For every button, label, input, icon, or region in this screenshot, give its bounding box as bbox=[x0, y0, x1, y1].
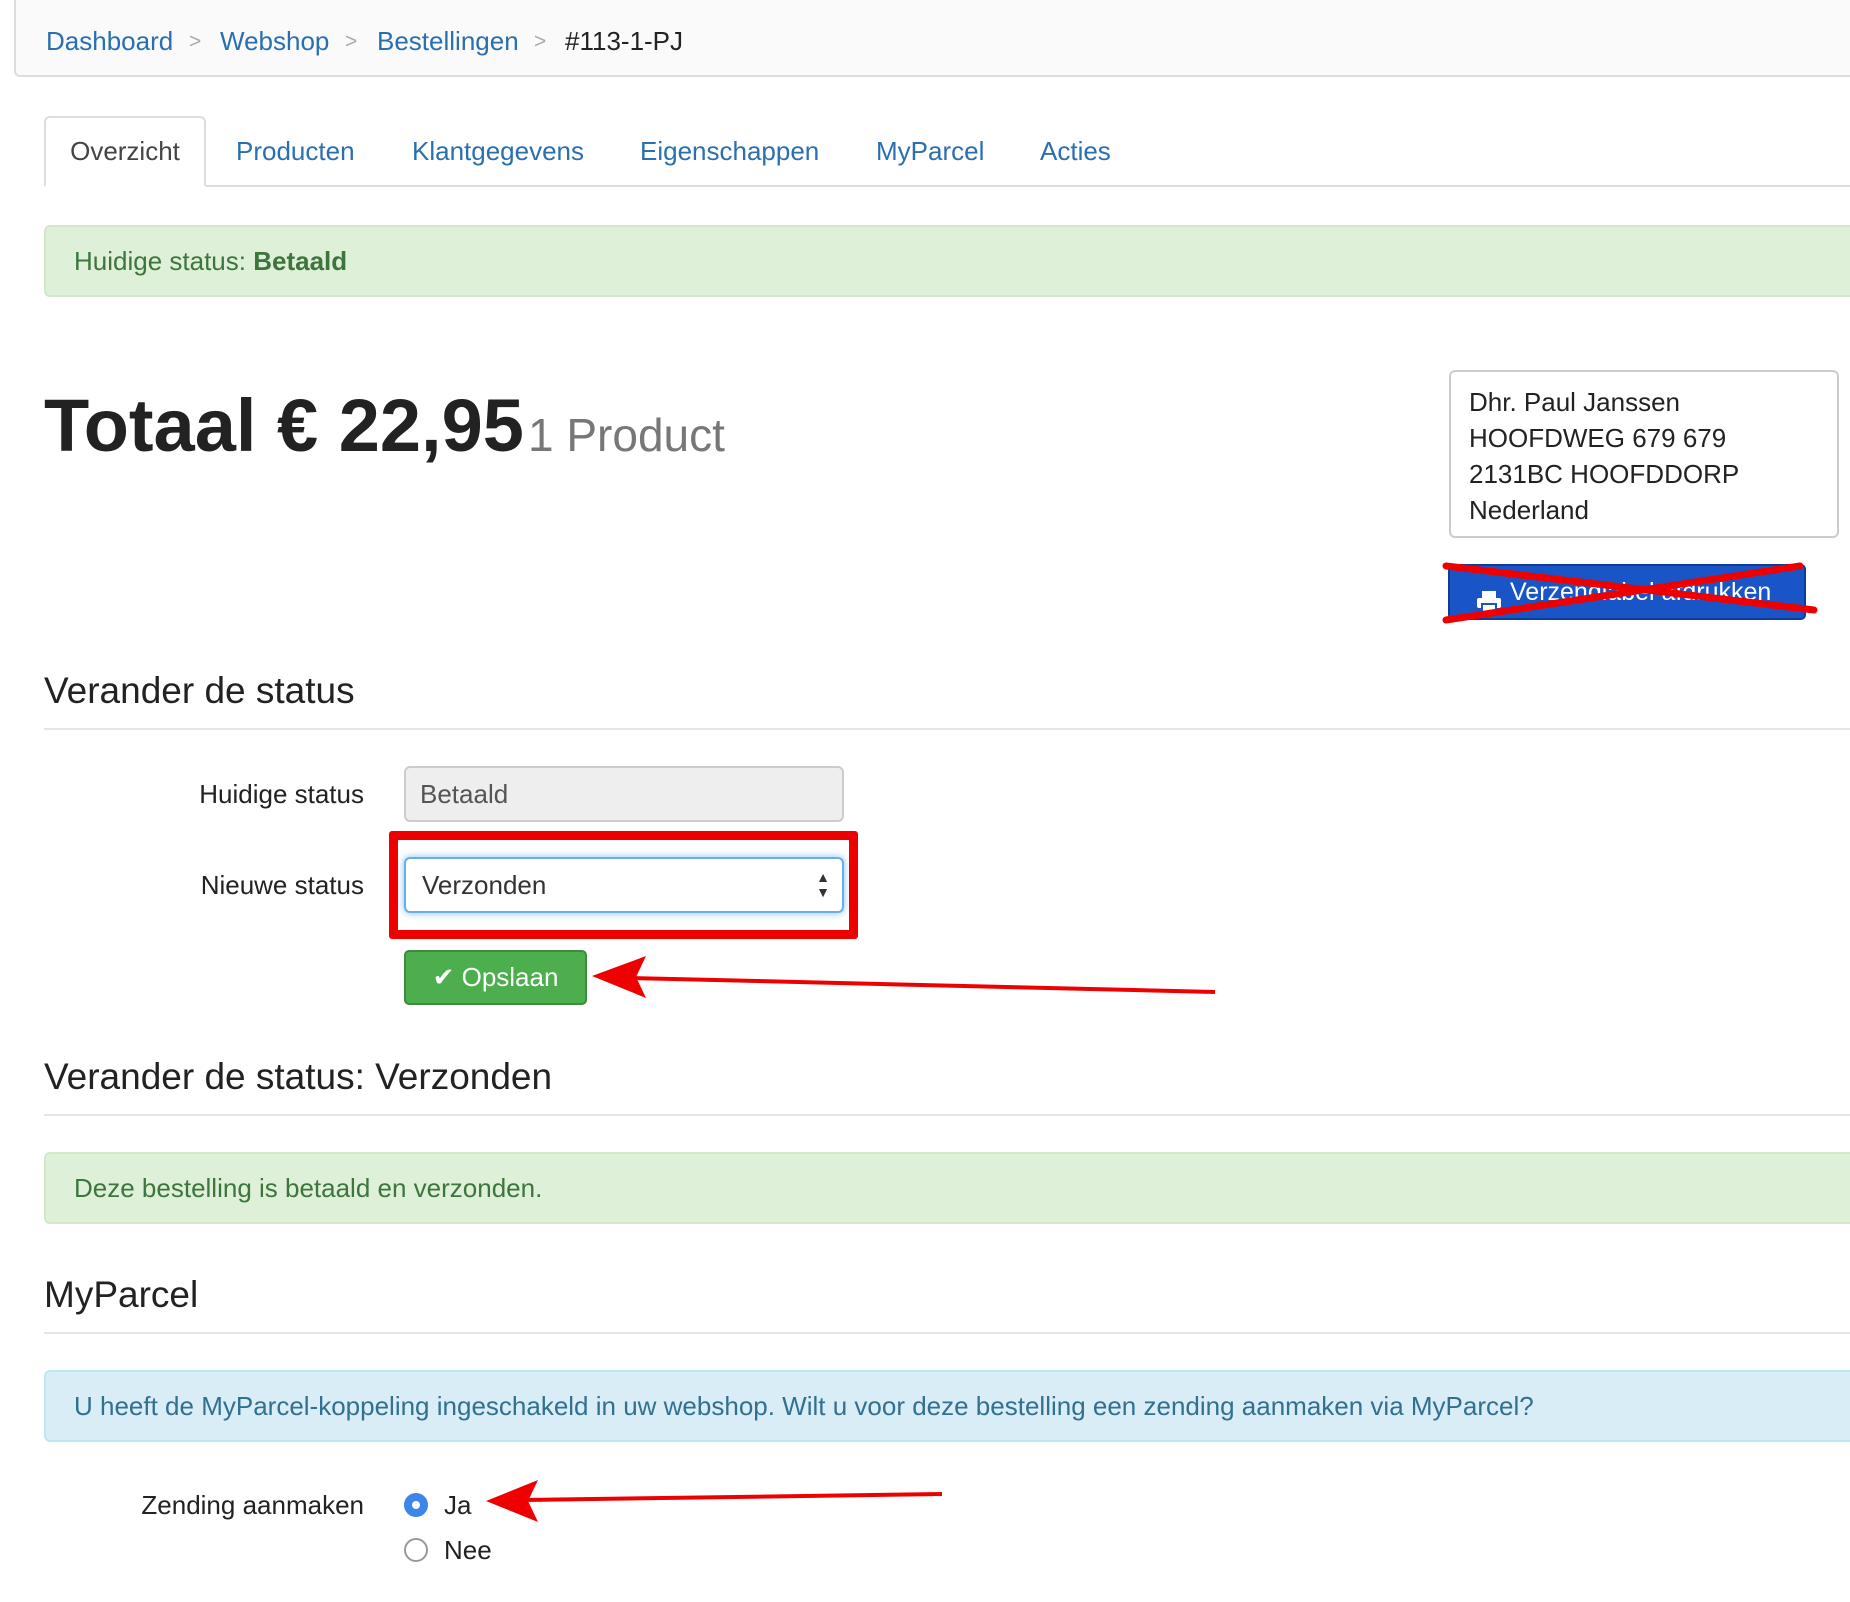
address-line: Nederland bbox=[1469, 495, 1589, 525]
breadcrumb-link-webshop[interactable]: Webshop bbox=[220, 26, 329, 57]
select-arrows-icon: ▲ ▼ bbox=[816, 869, 830, 900]
create-shipment-label: Zending aanmaken bbox=[141, 1490, 364, 1520]
breadcrumb-link-dashboard[interactable]: Dashboard bbox=[46, 26, 173, 57]
current-status-alert: Huidige status: Betaald bbox=[44, 225, 1850, 297]
product-count: 1 Product bbox=[528, 409, 725, 461]
breadcrumb-separator: > bbox=[534, 30, 547, 53]
breadcrumb-current: #113-1-PJ bbox=[565, 26, 684, 56]
shipping-address: Dhr. Paul Janssen HOOFDWEG 679 679 2131B… bbox=[1449, 370, 1839, 538]
status-result-alert: Deze bestelling is betaald en verzonden. bbox=[44, 1152, 1850, 1224]
section-divider bbox=[44, 1332, 1850, 1334]
breadcrumb-link-bestellingen[interactable]: Bestellingen bbox=[377, 26, 519, 57]
arrow-annotation bbox=[486, 1480, 943, 1522]
section-divider bbox=[44, 1114, 1850, 1116]
status-result-heading: Verander de status: Verzonden bbox=[44, 1056, 553, 1097]
save-label: Opslaan bbox=[461, 962, 559, 992]
tab-klantgegevens[interactable]: Klantgegevens bbox=[412, 136, 584, 167]
strike-out-annotation bbox=[1442, 562, 1818, 624]
current-status-label: Huidige status bbox=[199, 779, 364, 809]
save-button[interactable]: ✔ Opslaan bbox=[404, 950, 587, 1005]
arrow-annotation bbox=[592, 956, 1216, 998]
checkmark-icon: ✔ bbox=[432, 962, 455, 992]
radio-nee[interactable] bbox=[404, 1538, 428, 1562]
new-status-value: Verzonden bbox=[422, 870, 547, 900]
order-total: Totaal € 22,95 bbox=[44, 384, 524, 467]
breadcrumb-separator: > bbox=[189, 30, 202, 53]
breadcrumb-separator: > bbox=[345, 30, 358, 53]
current-status-field: Betaald bbox=[404, 766, 844, 822]
tab-myparcel[interactable]: MyParcel bbox=[876, 136, 984, 167]
tab-eigenschappen[interactable]: Eigenschappen bbox=[640, 136, 819, 167]
address-line: 2131BC HOOFDDORP bbox=[1469, 459, 1740, 489]
address-line: Dhr. Paul Janssen bbox=[1469, 387, 1681, 417]
myparcel-heading: MyParcel bbox=[44, 1274, 199, 1315]
radio-ja[interactable] bbox=[404, 1493, 428, 1517]
tabs-divider bbox=[44, 185, 1850, 187]
radio-nee-label[interactable]: Nee bbox=[444, 1535, 492, 1566]
radio-ja-label[interactable]: Ja bbox=[444, 1490, 471, 1521]
tab-producten[interactable]: Producten bbox=[236, 136, 355, 167]
new-status-label: Nieuwe status bbox=[200, 870, 364, 900]
tab-overzicht[interactable]: Overzicht bbox=[44, 116, 206, 187]
new-status-select[interactable]: Verzonden ▲ ▼ bbox=[404, 857, 844, 913]
myparcel-info-alert: U heeft de MyParcel-koppeling ingeschake… bbox=[44, 1370, 1850, 1442]
change-status-heading: Verander de status bbox=[44, 670, 355, 711]
current-status-value: Betaald bbox=[253, 246, 348, 276]
tab-acties[interactable]: Acties bbox=[1040, 136, 1111, 167]
current-status-prefix: Huidige status: bbox=[74, 246, 246, 276]
address-line: HOOFDWEG 679 679 bbox=[1469, 423, 1727, 453]
section-divider bbox=[44, 728, 1850, 730]
